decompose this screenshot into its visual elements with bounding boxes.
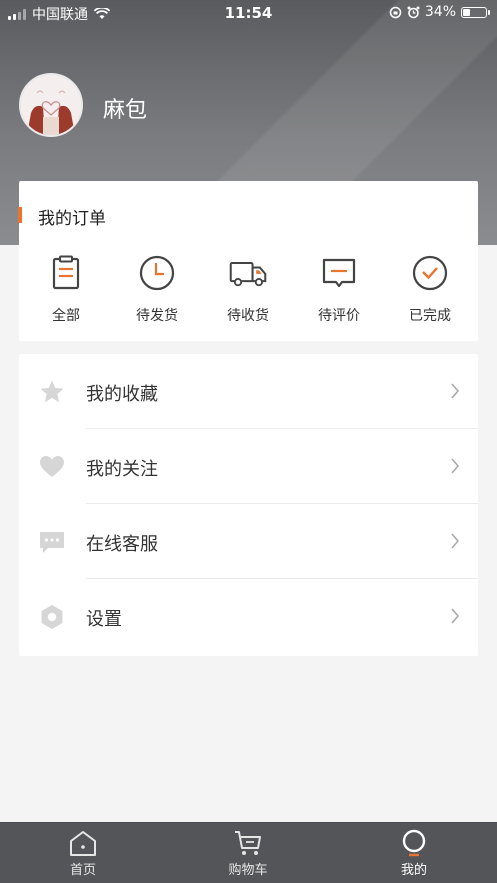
menu-item-customer-service[interactable]: 在线客服 — [19, 504, 478, 579]
chevron-right-icon — [451, 533, 460, 549]
order-pending-ship-button[interactable]: 待发货 — [122, 253, 192, 325]
chevron-right-icon — [451, 458, 460, 474]
clipboard-icon — [52, 255, 80, 290]
menu-item-favorites-label: 我的收藏 — [86, 384, 158, 405]
tab-cart[interactable]: 购物车 — [198, 829, 298, 878]
order-pending-review-label: 待评价 — [318, 308, 360, 324]
profile-circle-icon — [402, 829, 426, 857]
orders-title: 我的订单 — [38, 209, 106, 229]
truck-icon — [229, 262, 267, 287]
tab-home[interactable]: 首页 — [33, 829, 133, 878]
alarm-icon — [407, 6, 420, 18]
battery-icon — [461, 6, 490, 18]
star-icon — [40, 380, 64, 403]
order-pending-receive-label: 待收货 — [227, 308, 269, 324]
rotation-lock-icon — [389, 6, 402, 18]
order-pending-receive-button[interactable]: 待收货 — [213, 253, 283, 325]
bottom-tab-bar: 首页 购物车 我的 — [0, 822, 497, 883]
orders-card: 我的订单 全部 待发货 待收货 待评价 已完成 — [18, 181, 478, 341]
username: 麻包 — [103, 98, 148, 123]
order-pending-review-button[interactable]: 待评价 — [304, 253, 374, 325]
avatar-image — [21, 75, 81, 135]
menu-item-following-label: 我的关注 — [86, 459, 158, 480]
battery-percent: 34% — [424, 4, 456, 20]
check-circle-icon — [412, 255, 448, 291]
menu-card: 我的收藏 我的关注 在线客服 设置 — [19, 354, 478, 656]
avatar[interactable] — [19, 73, 83, 137]
home-icon — [70, 831, 96, 856]
tab-mine[interactable]: 我的 — [364, 829, 464, 878]
chat-icon — [40, 532, 64, 553]
status-bar: 中国联通 11:54 34% — [0, 0, 497, 26]
clock-icon — [139, 255, 175, 291]
settings-hexagon-icon — [41, 605, 63, 629]
cart-icon — [235, 831, 261, 855]
heart-icon — [40, 456, 64, 477]
menu-item-following[interactable]: 我的关注 — [19, 429, 478, 504]
menu-item-customer-service-label: 在线客服 — [86, 534, 158, 555]
order-pending-ship-label: 待发货 — [136, 308, 178, 324]
order-all-button[interactable]: 全部 — [31, 253, 101, 325]
menu-item-favorites[interactable]: 我的收藏 — [19, 354, 478, 429]
menu-item-settings[interactable]: 设置 — [19, 579, 478, 654]
order-completed-button[interactable]: 已完成 — [395, 253, 465, 325]
tab-home-label: 首页 — [69, 863, 96, 878]
profile-screen: 中国联通 11:54 34% 麻包 我的订单 全部 待发货 待收货 待评价 已完… — [0, 0, 497, 883]
battery-level — [463, 8, 470, 16]
status-right: 34% — [389, 4, 490, 20]
order-completed-label: 已完成 — [409, 308, 451, 324]
chevron-right-icon — [451, 608, 460, 624]
tab-cart-label: 购物车 — [228, 863, 268, 878]
comment-icon — [322, 258, 356, 288]
tab-mine-label: 我的 — [400, 863, 427, 878]
menu-item-settings-label: 设置 — [86, 609, 122, 630]
chevron-right-icon — [451, 383, 460, 399]
orders-accent-bar — [18, 207, 22, 223]
order-all-label: 全部 — [52, 308, 80, 324]
